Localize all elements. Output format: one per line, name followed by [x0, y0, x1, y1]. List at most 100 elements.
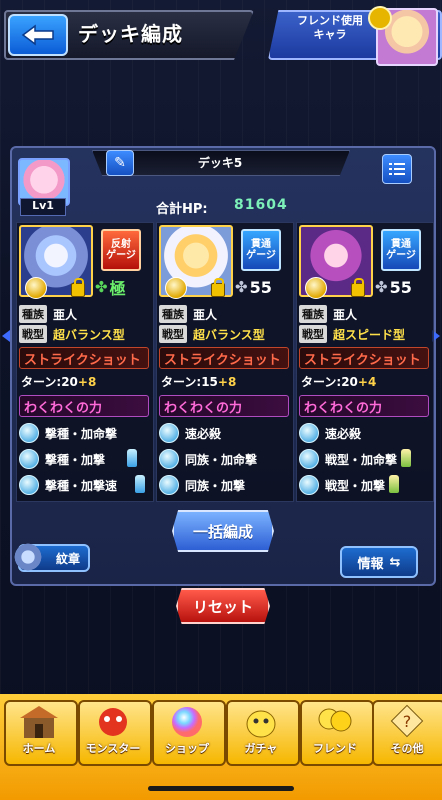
back-arrow-icon: [21, 24, 54, 46]
ability-icon: [19, 423, 39, 443]
turn-row: ターン:15+8: [161, 373, 236, 390]
turn-plus: +8: [217, 375, 237, 389]
style-tag: 戦型: [299, 325, 327, 343]
ability-icon: [159, 475, 179, 495]
style-value: 超バランス型: [53, 327, 125, 342]
reset-button[interactable]: リセット: [176, 588, 270, 624]
gauge-badge: 貫通 ゲージ: [241, 229, 281, 271]
ability-icon: [159, 449, 179, 469]
shop-orb-icon: [172, 707, 202, 737]
emblem-wing-icon: [14, 540, 42, 574]
nav-label-shop: ショップ: [165, 742, 209, 755]
gauge-badge: 反射 ゲージ: [101, 229, 141, 271]
race-tag: 種族: [299, 305, 327, 323]
total-hp-value: 81604: [234, 197, 288, 213]
race-row: 種族 亜人: [159, 305, 217, 323]
nav-label-friend: フレンド: [313, 742, 357, 755]
nav-label-monster: モンスター: [85, 742, 141, 755]
turn-value: ターン:20: [21, 375, 78, 389]
ability-row: 同族・加撃: [159, 473, 245, 497]
style-row: 戦型 超バランス型: [159, 325, 265, 343]
turn-value: ターン:15: [161, 375, 218, 389]
style-row: 戦型 超バランス型: [19, 325, 125, 343]
ability-label: 速必殺: [185, 426, 222, 441]
monster-card-3[interactable]: 貫通 ゲージ ✤ 55 種族 亜人 戦型 超スピード型 ストライクショット ター…: [296, 222, 434, 502]
luck-indicator: ✤ 55: [375, 277, 433, 297]
ability-label: 戦型・加命撃: [325, 452, 398, 467]
ability-label: 同族・加命撃: [185, 452, 258, 467]
waku-label: わくわくの力: [19, 395, 149, 417]
info-button[interactable]: 情報 ⇆: [340, 546, 418, 578]
other-icon: ?: [390, 704, 424, 738]
potion-bottle-icon: [389, 475, 399, 493]
ability-icon: [299, 423, 319, 443]
turn-row: ターン:20+8: [21, 373, 96, 390]
deck-level: Lv1: [20, 198, 66, 216]
bulk-edit-button[interactable]: 一括編成: [172, 510, 274, 552]
monster-card-2[interactable]: 貫通 ゲージ ✤ 55 種族 亜人 戦型 超バランス型 ストライクショット ター…: [156, 222, 294, 502]
clover-icon: ✤: [235, 278, 248, 296]
friend-label-line2: キャラ: [313, 28, 347, 41]
potion-bottle-icon: [127, 449, 137, 467]
luck-value: 55: [389, 277, 412, 297]
race-value: 亜人: [53, 307, 78, 322]
luck-indicator: ✤ 極: [95, 277, 153, 298]
luck-value: 55: [249, 277, 272, 297]
ability-label: 撃種・加撃速: [45, 478, 118, 493]
strike-shot-label: ストライクショット: [159, 347, 289, 369]
nav-label-home: ホーム: [22, 742, 56, 755]
friend-balloon-icon: [318, 708, 352, 732]
info-label: 情報: [357, 556, 384, 572]
ability-row: 撃種・加撃: [19, 447, 105, 471]
total-hp-label: 合計HP:: [156, 202, 208, 217]
edit-deck-name-button[interactable]: ✎: [106, 150, 134, 176]
race-tag: 種族: [19, 305, 47, 323]
ability-icon: [299, 449, 319, 469]
waku-label: わくわくの力: [159, 395, 289, 417]
gauge-badge: 貫通 ゲージ: [381, 229, 421, 271]
emblem-label: 紋章: [55, 551, 80, 566]
back-button[interactable]: [8, 14, 68, 56]
strike-shot-label: ストライクショット: [19, 347, 149, 369]
monster-icon: [99, 708, 127, 736]
turn-plus: +8: [77, 375, 97, 389]
svg-text:?: ?: [403, 712, 412, 731]
race-value: 亜人: [333, 307, 358, 322]
orb-icon: [305, 277, 327, 299]
monster-card-1[interactable]: 反射 ゲージ ✤ 極 種族 亜人 戦型 超バランス型 ストライクショット ターン…: [16, 222, 154, 502]
pencil-icon: ✎: [114, 155, 126, 171]
style-value: 超バランス型: [193, 327, 265, 342]
ability-label: 戦型・加撃: [325, 478, 386, 493]
orb-icon: [165, 277, 187, 299]
ability-row: 同族・加命撃: [159, 447, 257, 471]
race-value: 亜人: [193, 307, 218, 322]
deck-list-button[interactable]: [382, 154, 412, 184]
nav-label-other: その他: [390, 742, 424, 755]
gauge-badge-label: 貫通 ゲージ: [386, 239, 416, 261]
turn-value: ターン:20: [301, 375, 358, 389]
ability-row: 撃種・加撃速: [19, 473, 117, 497]
turn-row: ターン:20+4: [301, 373, 376, 390]
race-row: 種族 亜人: [299, 305, 357, 323]
ability-row: 速必殺: [299, 421, 361, 445]
home-indicator: [148, 786, 294, 791]
swap-arrows-icon: ⇆: [389, 554, 401, 570]
style-tag: 戦型: [19, 325, 47, 343]
previous-deck-arrow-icon[interactable]: [2, 330, 10, 342]
luck-value: 極: [109, 279, 126, 298]
ability-row: 撃種・加命撃: [19, 421, 117, 445]
strike-shot-label: ストライクショット: [299, 347, 429, 369]
clover-icon: ✤: [375, 278, 388, 296]
friend-badge-icon: [368, 6, 392, 30]
ability-icon: [299, 475, 319, 495]
gauge-badge-label: 反射 ゲージ: [106, 239, 136, 261]
home-icon: [20, 706, 58, 738]
gauge-badge-label: 貫通 ゲージ: [246, 239, 276, 261]
race-tag: 種族: [159, 305, 187, 323]
friend-character-label[interactable]: フレンド使用 キャラ: [286, 14, 374, 42]
friend-label-line1: フレンド使用: [297, 14, 363, 27]
ability-label: 撃種・加命撃: [45, 426, 118, 441]
header: デッキ編成 フレンド使用 キャラ: [0, 0, 442, 68]
ability-label: 撃種・加撃: [45, 452, 106, 467]
list-icon: [389, 163, 405, 175]
